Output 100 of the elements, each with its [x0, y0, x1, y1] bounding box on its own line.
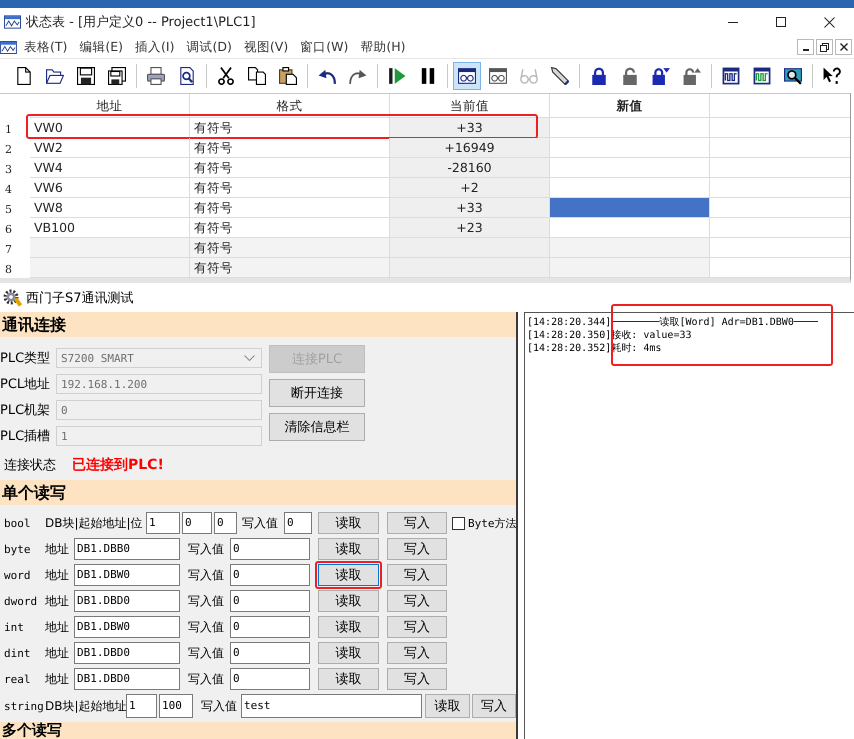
clipboard-icon — [279, 67, 297, 85]
input-field[interactable]: DB1.DBW0 — [74, 564, 180, 586]
close-icon[interactable] — [824, 16, 835, 28]
menu-item[interactable]: 编辑(E) — [79, 38, 124, 56]
action-button[interactable]: 清除信息栏 — [269, 413, 365, 441]
input-field[interactable]: 1 — [146, 512, 180, 534]
write-button[interactable]: 写入 — [387, 590, 447, 612]
write-button[interactable]: 写入 — [387, 668, 447, 690]
document-icon — [15, 67, 33, 85]
checkbox[interactable] — [452, 516, 465, 530]
input-field[interactable]: 0 — [230, 642, 310, 664]
input-field[interactable]: DB1.DBB0 — [74, 538, 180, 560]
glasses-window-icon — [489, 67, 507, 85]
waveform-window-icon — [753, 67, 771, 85]
input-field[interactable]: test — [241, 694, 422, 718]
new-value-cell[interactable] — [550, 198, 710, 218]
read-button[interactable]: 读取 — [318, 512, 379, 534]
read-button[interactable]: 读取 — [318, 642, 379, 664]
window-title: 西门子S7通讯测试 — [26, 290, 134, 306]
column-header[interactable]: 新值 — [550, 94, 710, 118]
menu-item[interactable]: 帮助(H) — [360, 38, 406, 56]
value-cell: +33 — [390, 118, 550, 138]
type-label: string — [4, 700, 44, 712]
restore-icon — [820, 42, 829, 52]
input-field[interactable]: DB1.DBD0 — [74, 590, 180, 612]
input-field[interactable]: DB1.DBW0 — [74, 616, 180, 638]
input-field[interactable]: 100 — [159, 694, 193, 718]
write-button[interactable]: 写入 — [387, 512, 447, 534]
address-cell[interactable]: VW2 — [30, 138, 190, 158]
printer-icon — [147, 67, 165, 85]
type-label: dword — [4, 594, 38, 608]
read-button[interactable]: 读取 — [318, 590, 379, 612]
value-cell: +16949 — [390, 138, 550, 158]
field-label: 写入值 — [201, 698, 238, 714]
field-label: 地址 — [45, 540, 70, 558]
input-field[interactable]: 0 — [230, 564, 310, 586]
new-value-cell[interactable] — [550, 118, 710, 138]
format-cell[interactable]: 有符号 — [190, 138, 390, 158]
lock-icon — [590, 67, 608, 85]
log-time: [14:28:20.350] — [527, 329, 612, 342]
minimize-button[interactable] — [797, 39, 814, 55]
read-button[interactable]: 读取 — [318, 668, 379, 690]
read-button[interactable]: 读取 — [318, 538, 379, 560]
column-header[interactable]: 地址 — [30, 94, 190, 118]
menu-item[interactable]: 视图(V) — [244, 38, 288, 56]
column-header[interactable]: 格式 — [190, 94, 390, 118]
folder-icon — [46, 67, 64, 85]
format-cell[interactable]: 有符号 — [190, 178, 390, 198]
read-button[interactable]: 读取 — [318, 564, 379, 586]
row-number: 1 — [4, 122, 13, 138]
toolbar-button[interactable] — [453, 62, 481, 90]
checkbox-label[interactable]: Byte方法 — [468, 516, 516, 530]
page-magnifier-icon — [178, 67, 196, 85]
log-message: ────────读取[Word] Adr=DB1.DBW0──── — [611, 316, 818, 329]
input-field[interactable]: 0 — [214, 512, 237, 534]
address-cell[interactable]: VW8 — [30, 198, 190, 218]
row-number: 6 — [4, 222, 13, 238]
write-button[interactable]: 写入 — [387, 642, 447, 664]
minimize-icon — [802, 48, 808, 50]
read-button[interactable]: 读取 — [318, 616, 379, 638]
field-label: 写入值 — [188, 540, 225, 558]
input-field[interactable]: 0 — [230, 668, 310, 690]
new-value-cell[interactable] — [550, 158, 710, 178]
open-padlock-arrow-icon — [683, 67, 701, 85]
input-field[interactable]: 0 — [230, 538, 310, 560]
value-cell: -28160 — [390, 158, 550, 178]
menu-item[interactable]: 插入(I) — [135, 38, 174, 56]
new-value-cell[interactable] — [550, 138, 710, 158]
field-label: PLC机架 — [0, 402, 52, 419]
input-field[interactable]: 0 — [230, 616, 310, 638]
scissors-icon — [217, 67, 235, 85]
read-button[interactable]: 读取 — [425, 694, 470, 718]
menu-item[interactable]: 窗口(W) — [300, 38, 348, 56]
write-button[interactable]: 写入 — [472, 694, 516, 718]
lock-arrow-icon — [652, 67, 670, 85]
maximize-icon[interactable] — [776, 17, 786, 27]
close-button[interactable] — [835, 39, 852, 55]
input-field[interactable]: 0 — [284, 512, 312, 534]
menu-item[interactable]: 调试(D) — [186, 38, 232, 56]
write-button[interactable]: 写入 — [387, 538, 447, 560]
pencil-icon — [551, 67, 569, 85]
action-button[interactable]: 断开连接 — [269, 379, 365, 407]
input-field[interactable]: 0 — [182, 512, 212, 534]
write-button[interactable]: 写入 — [387, 616, 447, 638]
format-cell[interactable]: 有符号 — [190, 158, 390, 178]
input-field[interactable]: 0 — [230, 590, 310, 612]
glasses-icon — [520, 67, 538, 85]
input-field[interactable]: 1 — [126, 694, 157, 718]
address-cell[interactable]: VW4 — [30, 158, 190, 178]
address-cell[interactable]: VW6 — [30, 178, 190, 198]
log-message: 耗时: 4ms — [611, 342, 662, 355]
write-button[interactable]: 写入 — [387, 564, 447, 586]
input-field[interactable]: DB1.DBD0 — [74, 642, 180, 664]
address-cell[interactable]: VW0 — [30, 118, 190, 138]
field-label: 写入值 — [188, 592, 225, 610]
format-cell[interactable]: 有符号 — [190, 198, 390, 218]
menu-item[interactable]: 表格(T) — [24, 38, 68, 56]
input-field[interactable]: DB1.DBD0 — [74, 668, 180, 690]
restore-button[interactable] — [816, 39, 833, 55]
type-label: word — [4, 568, 32, 582]
